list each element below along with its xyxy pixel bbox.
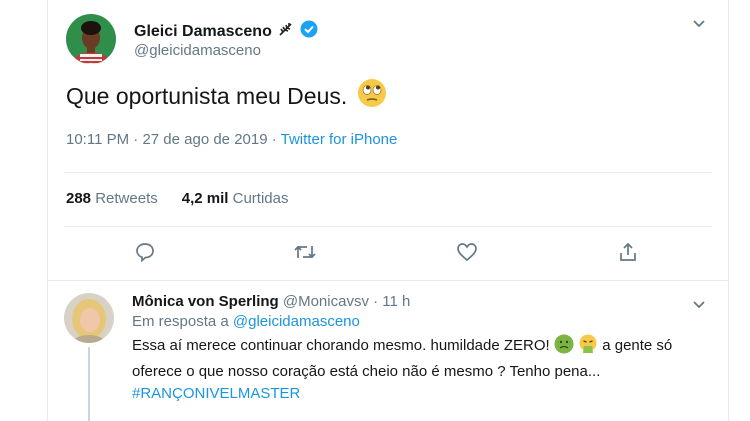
reply-handle[interactable]: @Monicavsv xyxy=(283,293,369,310)
divider xyxy=(48,280,728,281)
like-icon[interactable] xyxy=(453,238,481,266)
thread-line xyxy=(88,347,90,421)
in-reply-handle-link[interactable]: @gleicidamasceno xyxy=(233,313,360,330)
tweet-date[interactable]: 27 de ago de 2019 xyxy=(142,131,267,148)
retweets-label: Retweets xyxy=(95,190,158,207)
tweet-text-content: Que oportunista meu Deus. xyxy=(66,82,348,109)
reply-tweet[interactable]: Mônica von Sperling @Monicavsv · 11 h Em… xyxy=(48,283,728,421)
avatar[interactable] xyxy=(66,14,116,64)
display-name[interactable]: Gleici Damasceno xyxy=(134,23,272,41)
handle[interactable]: @gleicidamasceno xyxy=(134,42,261,59)
retweets-count: 288 xyxy=(66,190,92,207)
tweet-time[interactable]: 10:11 PM xyxy=(66,131,129,148)
tweet-stats: 288 Retweets 4,2 mil Curtidas xyxy=(66,190,288,207)
retweets-stat[interactable]: 288 Retweets xyxy=(66,190,158,207)
share-icon[interactable] xyxy=(614,238,642,266)
meta-separator: · xyxy=(271,131,277,148)
tweet-card: Gleici Damasceno @gleicidamasceno Que op… xyxy=(47,0,729,421)
divider xyxy=(64,226,712,227)
reply-text-part1: Essa aí merece continuar chorando mesmo.… xyxy=(132,337,550,354)
reply-display-name[interactable]: Mônica von Sperling xyxy=(132,293,279,310)
reply-icon[interactable] xyxy=(131,238,159,266)
likes-label: Curtidas xyxy=(232,190,289,207)
reply-text: Essa aí merece continuar chorando mesmo.… xyxy=(132,334,682,405)
likes-stat[interactable]: 4,2 mil Curtidas xyxy=(182,190,289,207)
reply-separator: · xyxy=(373,293,379,310)
reply-body: Mônica von Sperling @Monicavsv · 11 h Em… xyxy=(132,293,712,405)
chevron-down-icon[interactable] xyxy=(690,295,708,313)
retweet-icon[interactable] xyxy=(291,238,319,266)
meta-separator: · xyxy=(133,131,139,148)
reply-header: Mônica von Sperling @Monicavsv · 11 h xyxy=(132,293,712,310)
tweet-text: Que oportunista meu Deus. xyxy=(66,78,387,114)
chevron-down-icon[interactable] xyxy=(690,14,708,32)
hashtag-link[interactable]: #RANÇONIVELMASTER xyxy=(132,385,300,402)
in-reply-to: Em resposta a @gleicidamasceno xyxy=(132,313,712,330)
likes-count: 4,2 mil xyxy=(181,190,229,207)
face-with-rolling-eyes-icon xyxy=(357,78,387,114)
in-reply-prefix: Em resposta a xyxy=(132,313,229,330)
reply-age[interactable]: 11 h xyxy=(382,293,410,310)
nauseated-face-icon xyxy=(554,334,574,361)
tweet-source-link[interactable]: Twitter for iPhone xyxy=(281,131,398,148)
tweet-actions xyxy=(48,238,728,268)
divider xyxy=(64,172,712,173)
feather-icon xyxy=(278,21,294,42)
tweet-header: Gleici Damasceno @gleicidamasceno xyxy=(64,12,712,72)
face-vomiting-icon xyxy=(578,334,598,361)
verified-badge-icon xyxy=(300,20,318,43)
avatar[interactable] xyxy=(64,293,114,343)
tweet-meta: 10:11 PM · 27 de ago de 2019 · Twitter f… xyxy=(66,131,397,148)
name-row: Gleici Damasceno xyxy=(134,20,318,43)
